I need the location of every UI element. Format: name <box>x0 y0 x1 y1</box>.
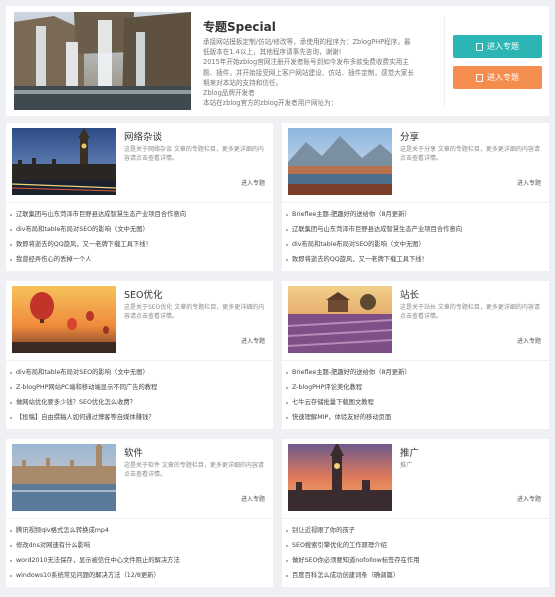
hero-description: 承接网站模板定制/仿站/修改等，承使用的程序为：ZblogPHP程序，最 低版本… <box>203 38 414 108</box>
list-item[interactable]: 做网站优化要多少钱？SEO优化怎么收费？ <box>10 395 268 410</box>
topic-description: 这是关于分享 文章的专题栏目，更多更详细的内容请点击查看详情。 <box>400 146 540 162</box>
topic-card: 站长 这是关于站长 文章的专题栏目，更多更详细的内容请点击查看详情。 进入专题 … <box>282 281 549 429</box>
divider <box>6 202 273 203</box>
list-item[interactable]: 七牛云存储批量下载图文教程 <box>286 395 544 410</box>
topic-description: 这是关于SEO优化 文章的专题栏目，更多更详细的内容请点击查看详情。 <box>124 304 265 320</box>
balloons-picture <box>12 286 116 353</box>
topic-title[interactable]: 网络杂谈 <box>124 129 162 143</box>
thames-picture <box>12 444 116 511</box>
article-list: Brieflee主题-肥趣好的送给你（8月更新） 辽联集团与山东菏泽市巨野县达成… <box>286 207 544 267</box>
list-item[interactable]: 辽联集团与山东菏泽市巨野县达成智慧生态产业项目合作意向 <box>10 207 268 222</box>
list-item[interactable]: div布局和table布局对SEO的影响（文中无图） <box>10 365 268 380</box>
list-item[interactable]: Brieflee主题-肥趣好的送给你（8月更新） <box>286 207 544 222</box>
enter-topic-link[interactable]: 进入专题 <box>241 178 265 187</box>
article-list: 辽联集团与山东菏泽市巨野县达成智慧生态产业项目合作意向 div布局和table布… <box>10 207 268 267</box>
list-item[interactable]: Brieflee主题-肥趣好的送给你（8月更新） <box>286 365 544 380</box>
list-item[interactable]: div布局和table布局对SEO的影响（文中无图） <box>10 222 268 237</box>
list-item[interactable]: 致即将逝去的QQ旋风，又一老牌下载工具下线！ <box>10 237 268 252</box>
london-picture <box>12 128 116 195</box>
list-item[interactable]: windows10系统常见问题的解决方法（12/8更新） <box>10 568 268 583</box>
divider <box>282 360 549 361</box>
topic-description: 这是关于网络杂谈 文章的专题栏目，更多更详细的内容请点击查看详情。 <box>124 146 264 162</box>
topic-card: SEO优化 这是关于SEO优化 文章的专题栏目，更多更详细的内容请点击查看详情。… <box>6 281 273 429</box>
topic-description: 这是关于软件 文章的专题栏目，更多更详细的内容请点击查看详情。 <box>124 462 264 478</box>
page-title: 专题Special <box>203 20 276 34</box>
lavender-picture <box>288 286 392 353</box>
special-header: 专题Special 承接网站模板定制/仿站/修改等，承使用的程序为：ZblogP… <box>6 6 549 116</box>
topic-description: 推广 <box>400 462 413 469</box>
bookmark-icon <box>476 73 483 82</box>
topic-title[interactable]: SEO优化 <box>124 287 163 301</box>
list-item[interactable]: 辽联集团与山东菏泽市巨野县达成智慧生态产业项目合作意向 <box>286 222 544 237</box>
divider <box>6 360 273 361</box>
topic-title[interactable]: 站长 <box>400 287 419 301</box>
enter-topic-link[interactable]: 进入专题 <box>517 178 541 187</box>
list-item[interactable]: 我曾经弄伤心的丢掉一个人 <box>10 252 268 267</box>
enter-special-button[interactable]: 进入专题 <box>453 35 542 58</box>
list-item[interactable]: 腾讯视频qlv格式怎么转换成mp4 <box>10 523 268 538</box>
lake-picture <box>288 128 392 195</box>
enter-special-button-secondary[interactable]: 进入专题 <box>453 66 542 89</box>
list-item[interactable]: Z-blogPHP评论美化教程 <box>286 380 544 395</box>
divider <box>6 518 273 519</box>
article-list: Brieflee主题-肥趣好的送给你（8月更新） Z-blogPHP评论美化教程… <box>286 365 544 425</box>
waterfall-picture <box>14 12 191 110</box>
article-list: div布局和table布局对SEO的影响（文中无图） Z-blogPHP网站PC… <box>10 365 268 425</box>
list-item[interactable]: 快速理解MIP，体验友好的移动页面 <box>286 410 544 425</box>
list-item[interactable]: 别让近视眼了你的孩子 <box>286 523 544 538</box>
topic-title[interactable]: 分享 <box>400 129 419 143</box>
divider <box>444 16 445 106</box>
topic-card: 分享 这是关于分享 文章的专题栏目，更多更详细的内容请点击查看详情。 进入专题 … <box>282 123 549 271</box>
topic-card: 软件 这是关于软件 文章的专题栏目，更多更详细的内容请点击查看详情。 进入专题 … <box>6 439 273 587</box>
list-item[interactable]: word2010无法保存，显示被信任中心文件阻止的解决方法 <box>10 553 268 568</box>
list-item[interactable]: 修改dns对网速有什么影响 <box>10 538 268 553</box>
topic-image[interactable] <box>288 444 392 511</box>
list-item[interactable]: 百度百科怎么成功创建词条（确调篇） <box>286 568 544 583</box>
list-item[interactable]: div布局和table布局对SEO的影响（文中无图） <box>286 237 544 252</box>
topic-image[interactable] <box>288 286 392 353</box>
bookmark-icon <box>476 42 483 51</box>
divider <box>282 202 549 203</box>
divider <box>282 518 549 519</box>
list-item[interactable]: 【投稿】自由撰稿人如何通过博客等自媒体赚钱？ <box>10 410 268 425</box>
topic-title[interactable]: 推广 <box>400 445 419 459</box>
topic-image[interactable] <box>12 444 116 511</box>
topic-title[interactable]: 软件 <box>124 445 143 459</box>
enter-topic-link[interactable]: 进入专题 <box>241 336 265 345</box>
topic-image[interactable] <box>12 128 116 195</box>
enter-topic-link[interactable]: 进入专题 <box>517 494 541 503</box>
big-ben-sunset-picture <box>288 444 392 511</box>
list-item[interactable]: SEO搜索引擎优化的工作原理介绍 <box>286 538 544 553</box>
list-item[interactable]: Z-blogPHP网站PC端和移动端显示不同广告的教程 <box>10 380 268 395</box>
waterfall-image[interactable] <box>14 12 191 110</box>
list-item[interactable]: 致即将逝去的QQ旋风，又一老牌下载工具下线！ <box>286 252 544 267</box>
topic-card: 网络杂谈 这是关于网络杂谈 文章的专题栏目，更多更详细的内容请点击查看详情。 进… <box>6 123 273 271</box>
topic-description: 这是关于站长 文章的专题栏目，更多更详细的内容请点击查看详情。 <box>400 304 540 320</box>
article-list: 别让近视眼了你的孩子 SEO搜索引擎优化的工作原理介绍 做好SEO你必须要知道n… <box>286 523 544 583</box>
topic-image[interactable] <box>12 286 116 353</box>
article-list: 腾讯视频qlv格式怎么转换成mp4 修改dns对网速有什么影响 word2010… <box>10 523 268 583</box>
enter-topic-link[interactable]: 进入专题 <box>517 336 541 345</box>
topic-image[interactable] <box>288 128 392 195</box>
topic-card: 推广 推广 进入专题 别让近视眼了你的孩子 SEO搜索引擎优化的工作原理介绍 做… <box>282 439 549 587</box>
enter-topic-link[interactable]: 进入专题 <box>241 494 265 503</box>
list-item[interactable]: 做好SEO你必须要知道nofollow标签存在作用 <box>286 553 544 568</box>
